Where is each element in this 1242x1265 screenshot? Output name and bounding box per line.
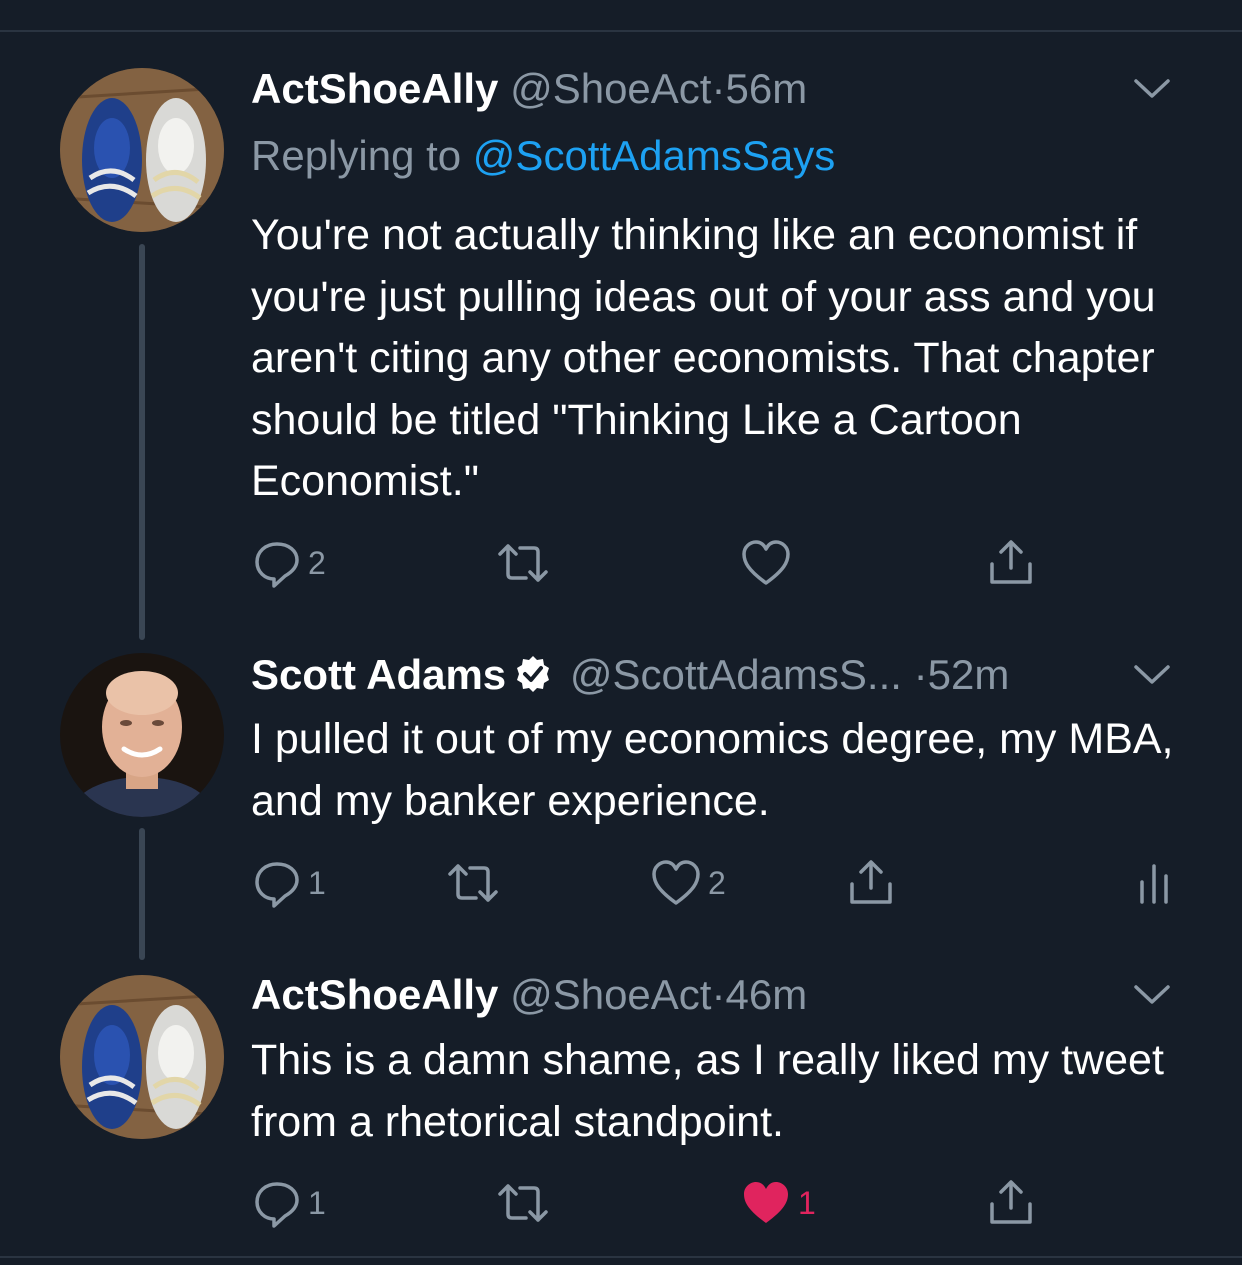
retweet-icon — [498, 1184, 548, 1222]
avatar-shoeact[interactable] — [60, 975, 224, 1139]
chevron-down-icon[interactable] — [1132, 76, 1172, 107]
share-icon — [990, 1180, 1032, 1224]
tweet-text: This is a damn shame, as I really liked … — [251, 1036, 1164, 1146]
reply-count: 2 — [308, 544, 326, 581]
display-name[interactable]: ActShoeAlly — [251, 971, 498, 1018]
sneakers-avatar-image — [60, 975, 224, 1139]
chevron-down-icon[interactable] — [1132, 982, 1172, 1013]
top-divider — [0, 30, 1242, 32]
tweet-text: I pulled it out of my economics degree, … — [251, 715, 1174, 825]
tweet-actions: 1 2 — [0, 858, 1242, 914]
tweet-actions: 2 — [0, 538, 1242, 594]
like-button[interactable]: 2 — [650, 858, 726, 908]
display-name[interactable]: Scott Adams — [251, 651, 506, 698]
share-icon — [850, 860, 892, 904]
bottom-divider — [0, 1256, 1242, 1258]
reply-icon — [255, 1182, 299, 1228]
like-icon — [742, 540, 790, 585]
reply-mention-link[interactable]: @ScottAdamsSays — [473, 132, 835, 179]
tweet-header: ActShoeAlly @ShoeAct·46m — [251, 970, 807, 1020]
verified-badge-icon — [514, 654, 552, 704]
separator-dot: · — [913, 651, 928, 698]
reply-count: 1 — [308, 864, 326, 901]
display-name[interactable]: ActShoeAlly — [251, 65, 498, 112]
reply-icon — [255, 862, 299, 908]
retweet-icon — [448, 864, 498, 902]
share-button[interactable] — [986, 1178, 1036, 1228]
timestamp[interactable]: 46m — [725, 971, 807, 1018]
timestamp[interactable]: 52m — [928, 651, 1010, 698]
retweet-button[interactable] — [496, 538, 556, 588]
tweet-header: Scott Adams @ScottAdamsS... ·52m — [251, 650, 1009, 704]
portrait-avatar-image — [60, 653, 224, 817]
separator-dot: · — [711, 65, 726, 112]
separator-dot: · — [711, 971, 726, 1018]
reply-button[interactable]: 1 — [252, 858, 326, 908]
sneakers-avatar-image — [60, 68, 224, 232]
like-button[interactable]: 1 — [740, 1178, 816, 1228]
chevron-down-icon[interactable] — [1132, 662, 1172, 693]
tweet-header: ActShoeAlly @ShoeAct·56m — [251, 64, 807, 114]
reply-count: 1 — [308, 1184, 326, 1221]
reply-icon — [255, 542, 299, 588]
user-handle[interactable]: @ShoeAct — [510, 971, 711, 1018]
avatar-scott-adams[interactable] — [60, 653, 224, 817]
analytics-button[interactable] — [1134, 858, 1174, 908]
like-count: 1 — [798, 1184, 816, 1221]
like-count: 2 — [708, 864, 726, 901]
avatar-shoeact[interactable] — [60, 68, 224, 232]
retweet-button[interactable] — [446, 858, 506, 908]
tweet-text: You're not actually thinking like an eco… — [251, 211, 1156, 505]
tweet-actions: 1 1 — [0, 1178, 1242, 1234]
reply-button[interactable]: 1 — [252, 1178, 326, 1228]
replying-to: Replying to @ScottAdamsSays — [251, 131, 835, 181]
like-icon — [652, 860, 700, 905]
retweet-icon — [498, 544, 548, 582]
replying-to-label: Replying to — [251, 132, 473, 179]
share-icon — [990, 540, 1032, 584]
timestamp[interactable]: 56m — [725, 65, 807, 112]
liked-heart-icon — [744, 1182, 788, 1223]
user-handle[interactable]: @ScottAdamsS... — [570, 651, 902, 698]
user-handle[interactable]: @ShoeAct — [510, 65, 711, 112]
share-button[interactable] — [846, 858, 896, 908]
analytics-icon — [1140, 864, 1168, 904]
share-button[interactable] — [986, 538, 1036, 588]
like-button[interactable] — [740, 538, 798, 588]
retweet-button[interactable] — [496, 1178, 556, 1228]
reply-button[interactable]: 2 — [252, 538, 326, 588]
